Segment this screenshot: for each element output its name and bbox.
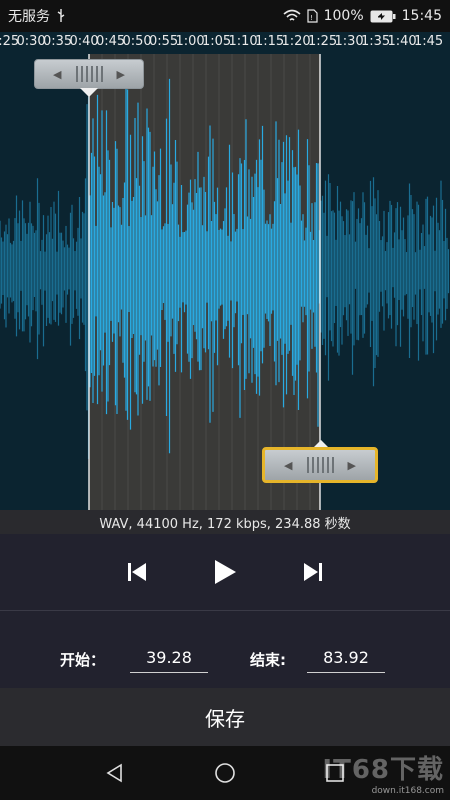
right-arrow-icon: ▶ xyxy=(116,67,125,81)
audio-info: WAV, 44100 Hz, 172 kbps, 234.88 秒数 xyxy=(0,510,450,534)
play-icon xyxy=(215,560,236,584)
sim-icon: ! xyxy=(307,9,318,23)
timeline-tick: 1:35 xyxy=(361,34,391,49)
timeline-tick: 0:50 xyxy=(122,34,152,49)
watermark-url: down.it168.com xyxy=(371,786,444,796)
timeline-tick: 1:00 xyxy=(175,34,205,49)
home-circle-icon xyxy=(215,763,235,783)
skip-next-button[interactable] xyxy=(298,557,328,587)
left-arrow-icon: ◀ xyxy=(284,458,293,472)
home-button[interactable] xyxy=(210,758,240,788)
timeline-tick: 1:15 xyxy=(255,34,285,49)
timeline-tick: 1:20 xyxy=(281,34,311,49)
usb-icon xyxy=(56,9,66,23)
play-button[interactable] xyxy=(210,557,240,587)
start-label: 开始： xyxy=(60,651,106,669)
clock-time: 15:45 xyxy=(401,8,442,24)
right-arrow-icon: ▶ xyxy=(347,458,356,472)
grip-icon xyxy=(75,66,103,82)
timeline-tick: 0:40 xyxy=(69,34,99,49)
skip-previous-button[interactable] xyxy=(122,557,152,587)
watermark-logo: IT68下载 xyxy=(322,755,444,785)
timeline-tick: 0:55 xyxy=(149,34,179,49)
timeline-tick: 1:45 xyxy=(414,34,444,49)
trim-range: 开始： 结束: xyxy=(0,611,450,688)
waveform-editor[interactable]: 0:250:300:350:400:450:500:551:001:051:10… xyxy=(0,32,450,510)
battery-percent: 100% xyxy=(323,8,364,24)
waveform-canvas[interactable] xyxy=(0,32,450,510)
start-marker-pointer-icon xyxy=(80,88,98,97)
wifi-icon xyxy=(283,9,301,23)
skip-previous-icon xyxy=(128,563,146,581)
back-triangle-icon xyxy=(106,763,122,783)
watermark: IT68下载 down.it168.com xyxy=(322,749,444,796)
end-label: 结束: xyxy=(250,651,286,669)
timeline-tick: 1:40 xyxy=(387,34,417,49)
timeline-tick: 0:45 xyxy=(96,34,126,49)
playback-controls xyxy=(0,534,450,610)
back-button[interactable] xyxy=(100,758,130,788)
timeline-tick: 1:25 xyxy=(308,34,338,49)
end-marker-handle[interactable]: ◀ ▶ xyxy=(262,447,378,483)
battery-icon xyxy=(370,10,396,23)
timeline-tick: 0:35 xyxy=(43,34,73,49)
svg-text:!: ! xyxy=(310,14,313,22)
skip-next-icon xyxy=(304,563,322,581)
timeline-tick: 1:05 xyxy=(202,34,232,49)
status-bar: 无服务 ! 100% 15:45 xyxy=(0,0,450,32)
start-marker-handle[interactable]: ◀ ▶ xyxy=(34,59,144,89)
carrier-text: 无服务 xyxy=(8,9,50,25)
timeline-tick: 1:10 xyxy=(228,34,258,49)
timeline-ruler: 0:250:300:350:400:450:500:551:001:051:10… xyxy=(0,32,450,54)
end-time-input[interactable] xyxy=(307,643,385,673)
grip-icon xyxy=(306,457,334,473)
timeline-tick: 1:30 xyxy=(334,34,364,49)
save-button[interactable]: 保存 xyxy=(0,688,450,746)
timeline-tick: 0:30 xyxy=(16,34,46,49)
start-time-input[interactable] xyxy=(130,643,208,673)
left-arrow-icon: ◀ xyxy=(53,67,62,81)
